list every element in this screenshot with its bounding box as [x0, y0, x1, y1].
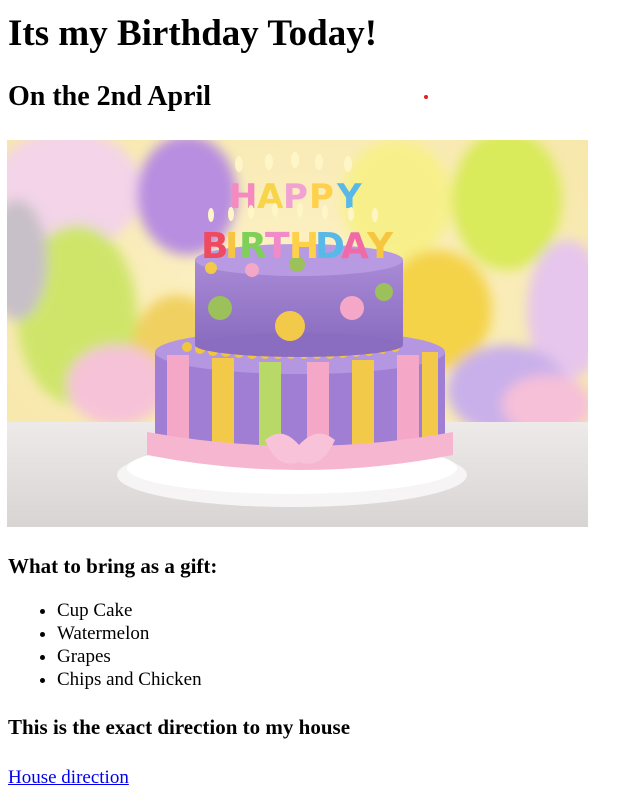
gift-list: Cup Cake Watermelon Grapes Chips and Chi… [8, 599, 610, 691]
list-item: Grapes [57, 645, 610, 668]
list-item: Chips and Chicken [57, 668, 610, 691]
birthday-cake-image: H A P P Y B I R T H D A Y [7, 140, 588, 527]
svg-text:P: P [283, 177, 308, 217]
svg-text:A: A [341, 226, 369, 267]
svg-text:I: I [225, 226, 238, 267]
gift-heading: What to bring as a gift: [8, 554, 218, 578]
page-content: Its my Birthday Today! On the 2nd April [0, 0, 618, 789]
svg-text:Y: Y [366, 226, 394, 267]
list-item: Watermelon [57, 622, 610, 645]
svg-text:P: P [309, 177, 334, 217]
birthday-cake-photo-icon: H A P P Y B I R T H D A Y [7, 140, 588, 527]
house-direction-link[interactable]: House direction [8, 766, 129, 789]
page-title: Its my Birthday Today! [8, 13, 378, 54]
page-subtitle: On the 2nd April [8, 81, 212, 112]
svg-text:R: R [239, 226, 267, 267]
list-item: Cup Cake [57, 599, 610, 622]
svg-text:T: T [265, 226, 290, 267]
svg-text:A: A [257, 177, 284, 217]
red-marker-dot [424, 95, 428, 99]
directions-heading: This is the exact direction to my house [8, 715, 351, 739]
